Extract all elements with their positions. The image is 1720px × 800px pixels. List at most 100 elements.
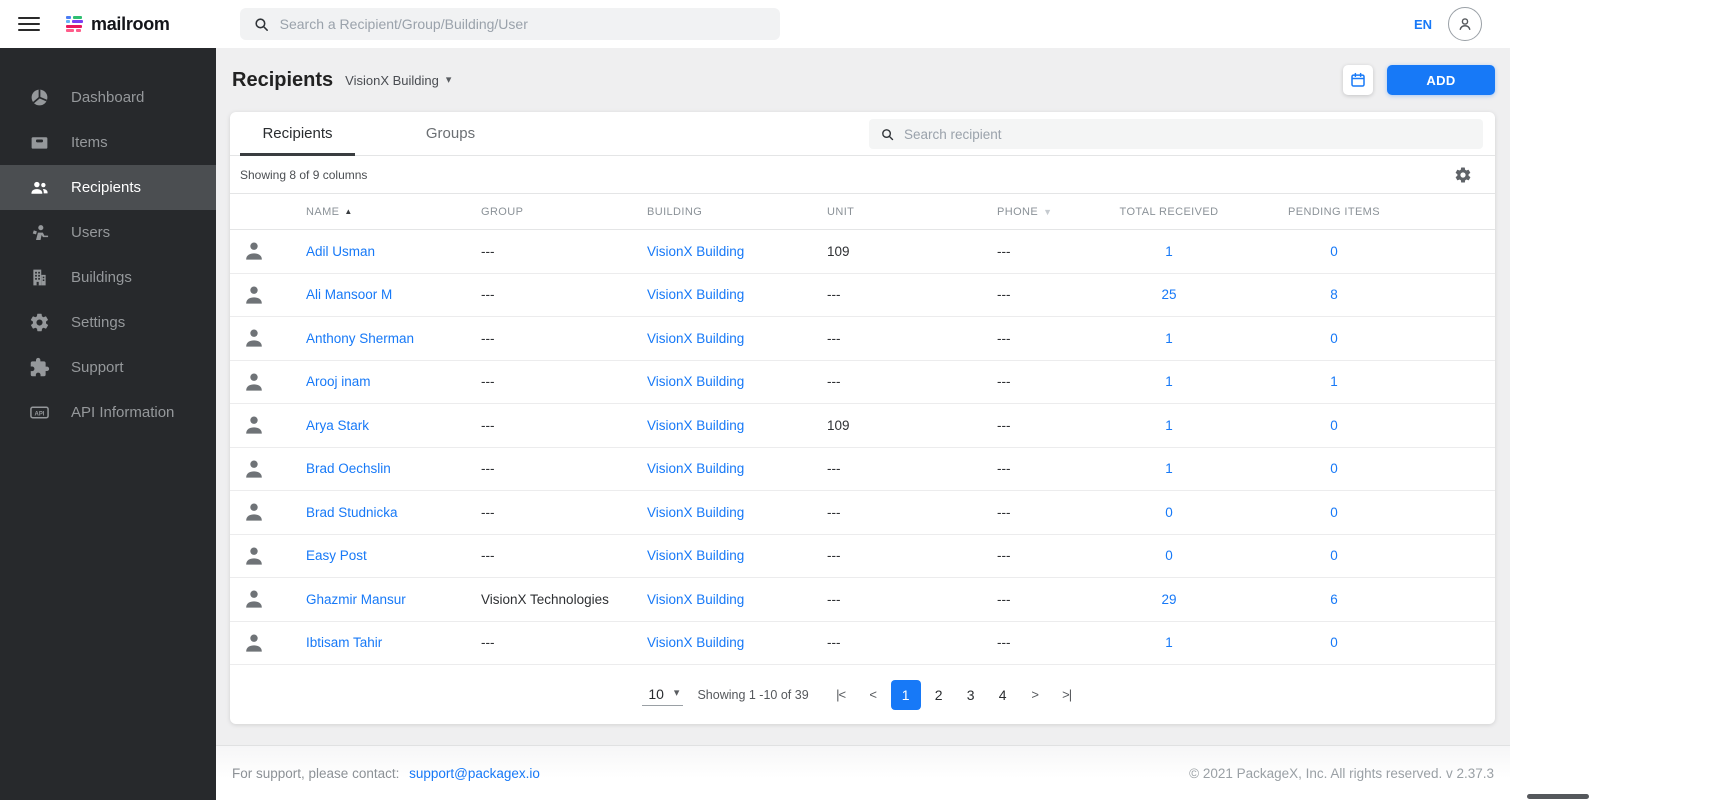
tab-recipients[interactable]: Recipients xyxy=(240,112,355,156)
recipient-pending-items-link[interactable]: 0 xyxy=(1249,548,1419,563)
horizontal-scrollbar-thumb[interactable] xyxy=(1527,794,1589,799)
recipient-building-link[interactable]: VisionX Building xyxy=(619,287,799,302)
header-phone[interactable]: PHONE ▼ xyxy=(969,206,1089,218)
recipient-total-received-link[interactable]: 0 xyxy=(1089,505,1249,520)
recipient-pending-items-link[interactable]: 8 xyxy=(1249,287,1419,302)
table-row: Brad Studnicka --- VisionX Building --- … xyxy=(230,491,1495,535)
recipient-building-link[interactable]: VisionX Building xyxy=(619,548,799,563)
page-size-select[interactable]: 10 ▾ xyxy=(642,684,683,706)
calendar-icon xyxy=(1349,71,1367,89)
page-button-2[interactable]: 2 xyxy=(923,680,955,710)
recipient-pending-items-link[interactable]: 6 xyxy=(1249,592,1419,607)
sidebar-item-settings[interactable]: Settings xyxy=(0,300,216,345)
building-selector-value: VisionX Building xyxy=(345,73,439,88)
sidebar-item-items[interactable]: Items xyxy=(0,120,216,165)
recipient-group[interactable]: VisionX Technologies xyxy=(453,592,619,607)
recipient-name-link[interactable]: Arya Stark xyxy=(278,418,453,433)
support-email-link[interactable]: support@packagex.io xyxy=(409,766,540,781)
copyright-text: © 2021 PackageX, Inc. All rights reserve… xyxy=(1189,766,1494,781)
recipient-total-received-link[interactable]: 1 xyxy=(1089,418,1249,433)
recipient-building-link[interactable]: VisionX Building xyxy=(619,635,799,650)
first-page-button[interactable]: |< xyxy=(825,680,857,710)
sidebar-item-buildings[interactable]: Buildings xyxy=(0,255,216,300)
recipient-total-received-link[interactable]: 29 xyxy=(1089,592,1249,607)
recipient-phone: --- xyxy=(969,548,1089,563)
recipient-building-link[interactable]: VisionX Building xyxy=(619,244,799,259)
tab-groups[interactable]: Groups xyxy=(393,112,508,156)
recipient-unit: --- xyxy=(799,505,969,520)
sidebar-item-label: Dashboard xyxy=(71,89,144,106)
recipient-total-received-link[interactable]: 1 xyxy=(1089,374,1249,389)
recipient-avatar-icon xyxy=(241,499,267,525)
recipient-name-link[interactable]: Brad Studnicka xyxy=(278,505,453,520)
page-button-3[interactable]: 3 xyxy=(955,680,987,710)
recipient-name-link[interactable]: Anthony Sherman xyxy=(278,331,453,346)
recipient-building-link[interactable]: VisionX Building xyxy=(619,374,799,389)
global-search-input[interactable] xyxy=(280,16,767,32)
table-row: Ghazmir Mansur VisionX Technologies Visi… xyxy=(230,578,1495,622)
recipient-name-link[interactable]: Brad Oechslin xyxy=(278,461,453,476)
add-button[interactable]: ADD xyxy=(1387,65,1495,95)
table-body: Adil Usman --- VisionX Building 109 --- … xyxy=(230,230,1495,665)
recipient-pending-items-link[interactable]: 0 xyxy=(1249,244,1419,259)
columns-info-text: Showing 8 of 9 columns xyxy=(240,168,367,182)
sidebar-item-api-information[interactable]: API API Information xyxy=(0,390,216,435)
sidebar-item-label: Recipients xyxy=(71,179,141,196)
language-selector[interactable]: EN xyxy=(1414,17,1432,32)
prev-page-button[interactable]: < xyxy=(857,680,889,710)
sidebar-item-dashboard[interactable]: Dashboard xyxy=(0,75,216,120)
recipient-name-link[interactable]: Ali Mansoor M xyxy=(278,287,453,302)
recipient-avatar-icon xyxy=(241,238,267,264)
recipient-building-link[interactable]: VisionX Building xyxy=(619,461,799,476)
recipient-total-received-link[interactable]: 1 xyxy=(1089,331,1249,346)
recipient-search-input[interactable] xyxy=(904,127,1472,142)
recipient-building-link[interactable]: VisionX Building xyxy=(619,592,799,607)
hamburger-menu-icon[interactable] xyxy=(18,17,40,32)
footer: For support, please contact: support@pac… xyxy=(216,745,1510,800)
api-icon: API xyxy=(28,402,50,424)
header-name[interactable]: NAME ▲ xyxy=(278,206,453,218)
recipient-unit: --- xyxy=(799,461,969,476)
sidebar-item-label: API Information xyxy=(71,404,174,421)
recipient-building-link[interactable]: VisionX Building xyxy=(619,418,799,433)
recipient-total-received-link[interactable]: 25 xyxy=(1089,287,1249,302)
recipient-unit: 109 xyxy=(799,418,969,433)
recipient-pending-items-link[interactable]: 0 xyxy=(1249,505,1419,520)
recipient-name-link[interactable]: Ghazmir Mansur xyxy=(278,592,453,607)
recipient-pending-items-link[interactable]: 0 xyxy=(1249,418,1419,433)
recipient-group: --- xyxy=(453,331,619,346)
recipient-total-received-link[interactable]: 1 xyxy=(1089,461,1249,476)
recipient-total-received-link[interactable]: 1 xyxy=(1089,635,1249,650)
sidebar-item-recipients[interactable]: Recipients xyxy=(0,165,216,210)
recipient-total-received-link[interactable]: 0 xyxy=(1089,548,1249,563)
page-button-4[interactable]: 4 xyxy=(987,680,1019,710)
recipient-pending-items-link[interactable]: 0 xyxy=(1249,461,1419,476)
recipient-pending-items-link[interactable]: 0 xyxy=(1249,331,1419,346)
recipient-name-link[interactable]: Easy Post xyxy=(278,548,453,563)
page-button-1[interactable]: 1 xyxy=(891,680,921,710)
recipient-pending-items-link[interactable]: 0 xyxy=(1249,635,1419,650)
recipient-name-link[interactable]: Ibtisam Tahir xyxy=(278,635,453,650)
recipient-total-received-link[interactable]: 1 xyxy=(1089,244,1249,259)
last-page-button[interactable]: >| xyxy=(1051,680,1083,710)
chevron-down-icon: ▾ xyxy=(446,75,452,86)
recipient-pending-items-link[interactable]: 1 xyxy=(1249,374,1419,389)
next-page-button[interactable]: > xyxy=(1019,680,1051,710)
recipient-building-link[interactable]: VisionX Building xyxy=(619,505,799,520)
recipient-phone: --- xyxy=(969,287,1089,302)
table-row: Arooj inam --- VisionX Building --- --- … xyxy=(230,361,1495,405)
recipient-avatar-icon xyxy=(241,282,267,308)
recipient-name-link[interactable]: Arooj inam xyxy=(278,374,453,389)
sidebar-item-users[interactable]: Users xyxy=(0,210,216,255)
building-selector[interactable]: VisionX Building ▾ xyxy=(345,73,451,88)
page-size-value: 10 xyxy=(648,686,664,702)
recipient-unit: --- xyxy=(799,635,969,650)
sort-caret-icon: ▼ xyxy=(1043,207,1052,217)
sidebar-item-support[interactable]: Support xyxy=(0,345,216,390)
recipient-name-link[interactable]: Adil Usman xyxy=(278,244,453,259)
user-avatar[interactable] xyxy=(1448,7,1482,41)
column-settings-button[interactable] xyxy=(1453,165,1473,185)
calendar-button[interactable] xyxy=(1343,65,1373,95)
recipient-building-link[interactable]: VisionX Building xyxy=(619,331,799,346)
app-logo[interactable]: mailroom xyxy=(66,14,170,35)
